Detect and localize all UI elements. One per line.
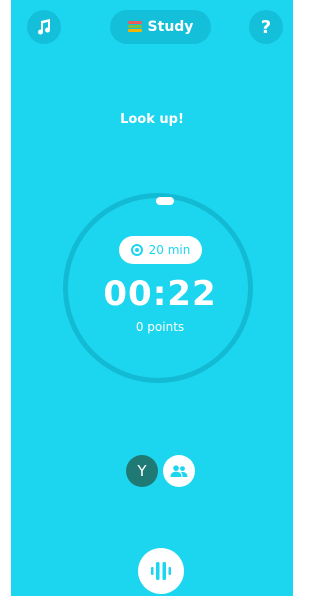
music-button[interactable]: [27, 10, 61, 44]
pause-icon: [151, 562, 171, 580]
elapsed-timer: 00:22: [103, 274, 217, 314]
people-icon: [170, 465, 188, 477]
points-label: 0 points: [135, 320, 185, 334]
target-icon: [130, 244, 143, 256]
look-up-prompt: Look up!: [120, 112, 184, 127]
focus-timer-screen: Study ? Look up! 20 min 00:22 0 points Y: [11, 0, 293, 596]
avatar-initial: Y: [137, 462, 147, 480]
mode-selector[interactable]: Study: [110, 10, 211, 44]
avatar[interactable]: Y: [126, 455, 158, 487]
mode-label: Study: [147, 19, 194, 35]
goal-duration-pill[interactable]: 20 min: [119, 236, 202, 264]
help-button[interactable]: ?: [249, 10, 283, 44]
timer-ring-handle[interactable]: [156, 197, 174, 205]
music-note-icon: [38, 19, 51, 35]
add-friends-button[interactable]: [163, 455, 195, 487]
books-icon: [127, 21, 142, 33]
goal-label: 20 min: [148, 243, 191, 257]
help-label: ?: [260, 16, 272, 38]
pause-button[interactable]: [138, 548, 184, 594]
